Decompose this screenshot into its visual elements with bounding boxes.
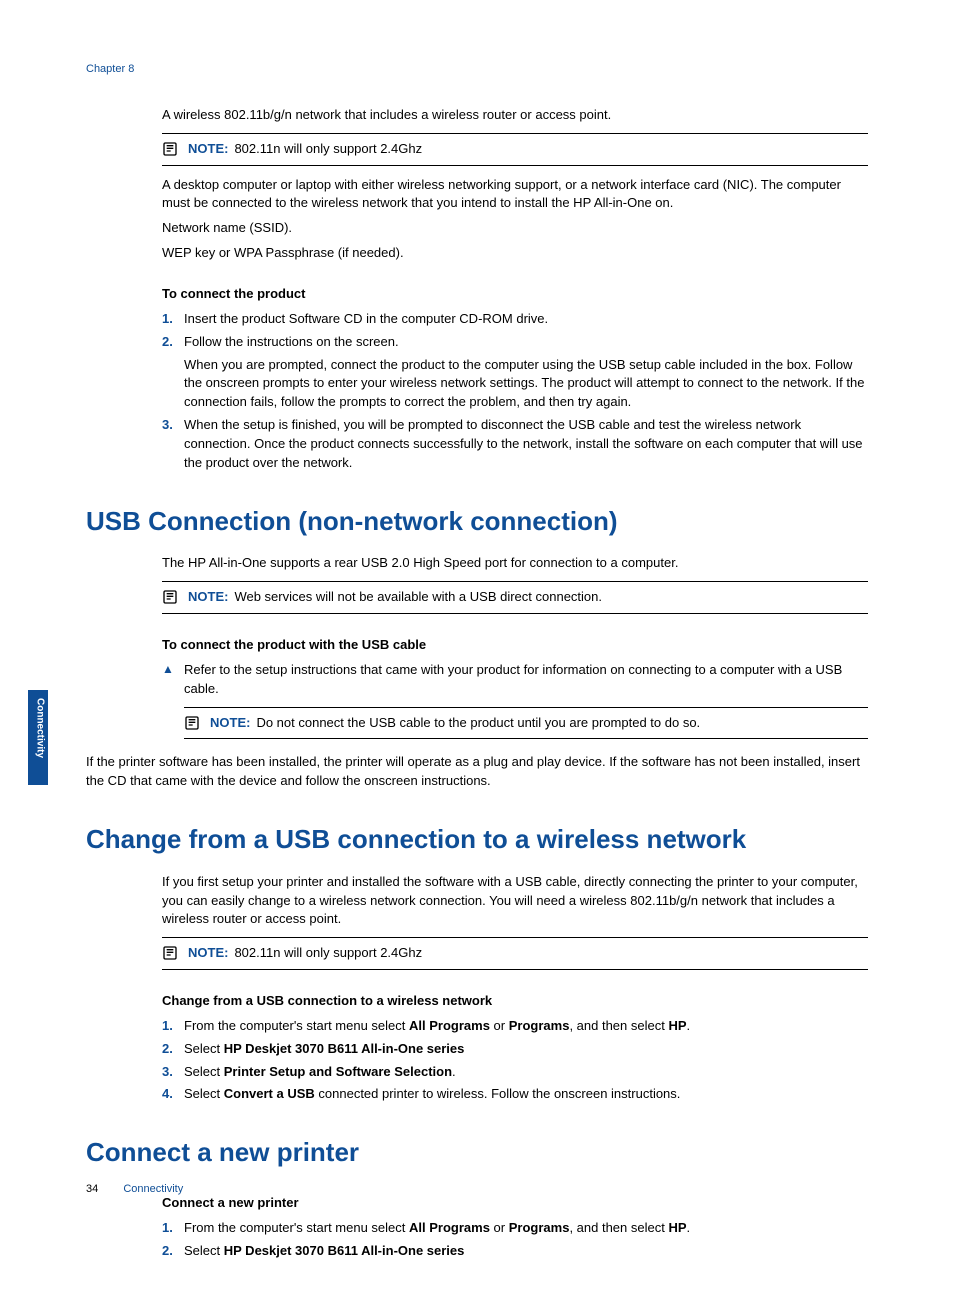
step-body: Insert the product Software CD in the co… xyxy=(184,310,868,329)
step-number: 2. xyxy=(162,333,184,412)
triangle-icon: ▲ xyxy=(162,661,184,699)
page-footer: 34 Connectivity xyxy=(86,1182,183,1198)
note-box: NOTE: 802.11n will only support 2.4Ghz xyxy=(162,937,868,970)
step-number: 2. xyxy=(162,1040,184,1059)
section-title-change: Change from a USB connection to a wirele… xyxy=(86,821,868,859)
note-label: NOTE: xyxy=(188,945,228,960)
step-body: Refer to the setup instructions that cam… xyxy=(184,661,868,699)
step-body: Select Printer Setup and Software Select… xyxy=(184,1063,868,1082)
list-item: 2. Select HP Deskjet 3070 B611 All-in-On… xyxy=(162,1242,868,1261)
note-body: 802.11n will only support 2.4Ghz xyxy=(234,945,422,960)
section-title-usb: USB Connection (non-network connection) xyxy=(86,503,868,541)
usb-p1: The HP All-in-One supports a rear USB 2.… xyxy=(162,554,868,573)
step-body: From the computer's start menu select Al… xyxy=(184,1017,868,1036)
step-body: Follow the instructions on the screen. W… xyxy=(184,333,868,412)
connect-heading: To connect the product xyxy=(162,285,868,304)
note-icon xyxy=(162,945,178,961)
note-text: NOTE: Do not connect the USB cable to the… xyxy=(210,714,700,733)
intro-p3: Network name (SSID). xyxy=(162,219,868,238)
list-item: 1. Insert the product Software CD in the… xyxy=(162,310,868,329)
note-box: NOTE: Do not connect the USB cable to the… xyxy=(184,707,868,740)
list-item: 2. Select HP Deskjet 3070 B611 All-in-On… xyxy=(162,1040,868,1059)
step-number: 4. xyxy=(162,1085,184,1104)
step-number: 1. xyxy=(162,1017,184,1036)
side-tab: Connectivity xyxy=(28,690,48,785)
step-number: 3. xyxy=(162,1063,184,1082)
list-item: 1. From the computer's start menu select… xyxy=(162,1219,868,1238)
usb-heading: To connect the product with the USB cabl… xyxy=(162,636,868,655)
intro-p2: A desktop computer or laptop with either… xyxy=(162,176,868,214)
list-item: 2. Follow the instructions on the screen… xyxy=(162,333,868,412)
note-text: NOTE: Web services will not be available … xyxy=(188,588,602,607)
side-tab-label: Connectivity xyxy=(28,690,47,758)
intro-p4: WEP key or WPA Passphrase (if needed). xyxy=(162,244,868,263)
list-item: 1. From the computer's start menu select… xyxy=(162,1017,868,1036)
new-printer-heading: Connect a new printer xyxy=(162,1194,868,1213)
change-heading: Change from a USB connection to a wirele… xyxy=(162,992,868,1011)
note-label: NOTE: xyxy=(188,589,228,604)
step-body: When the setup is finished, you will be … xyxy=(184,416,868,473)
step-body: From the computer's start menu select Al… xyxy=(184,1219,868,1238)
list-item: 3. Select Printer Setup and Software Sel… xyxy=(162,1063,868,1082)
note-body: Do not connect the USB cable to the prod… xyxy=(256,715,700,730)
step-body-line: When you are prompted, connect the produ… xyxy=(184,356,868,413)
note-body: 802.11n will only support 2.4Ghz xyxy=(234,141,422,156)
change-p1: If you first setup your printer and inst… xyxy=(162,873,868,930)
note-icon xyxy=(184,715,200,731)
change-steps: 1. From the computer's start menu select… xyxy=(162,1017,868,1104)
step-body: Select HP Deskjet 3070 B611 All-in-One s… xyxy=(184,1040,868,1059)
usb-p2: If the printer software has been install… xyxy=(86,753,868,791)
page-content: Chapter 8 A wireless 802.11b/g/n network… xyxy=(0,0,954,1305)
list-item: 3. When the setup is finished, you will … xyxy=(162,416,868,473)
note-icon xyxy=(162,141,178,157)
note-label: NOTE: xyxy=(210,715,250,730)
new-printer-steps: 1. From the computer's start menu select… xyxy=(162,1219,868,1261)
step-number: 1. xyxy=(162,310,184,329)
connect-steps: 1. Insert the product Software CD in the… xyxy=(162,310,868,473)
list-item: 4. Select Convert a USB connected printe… xyxy=(162,1085,868,1104)
page-number: 34 xyxy=(86,1183,98,1195)
note-text: NOTE: 802.11n will only support 2.4Ghz xyxy=(188,140,422,159)
step-body: Select Convert a USB connected printer t… xyxy=(184,1085,868,1104)
step-number: 1. xyxy=(162,1219,184,1238)
note-text: NOTE: 802.11n will only support 2.4Ghz xyxy=(188,944,422,963)
note-body: Web services will not be available with … xyxy=(234,589,602,604)
step-body-line: Follow the instructions on the screen. xyxy=(184,333,868,352)
list-item: ▲ Refer to the setup instructions that c… xyxy=(162,661,868,699)
note-icon xyxy=(162,589,178,605)
step-number: 3. xyxy=(162,416,184,473)
footer-section: Connectivity xyxy=(123,1183,183,1195)
note-label: NOTE: xyxy=(188,141,228,156)
section-title-new-printer: Connect a new printer xyxy=(86,1134,868,1172)
step-body: Select HP Deskjet 3070 B611 All-in-One s… xyxy=(184,1242,868,1261)
step-number: 2. xyxy=(162,1242,184,1261)
note-box: NOTE: 802.11n will only support 2.4Ghz xyxy=(162,133,868,166)
note-box: NOTE: Web services will not be available … xyxy=(162,581,868,614)
chapter-label: Chapter 8 xyxy=(86,62,868,78)
main-content: A wireless 802.11b/g/n network that incl… xyxy=(162,106,868,1261)
intro-p1: A wireless 802.11b/g/n network that incl… xyxy=(162,106,868,125)
